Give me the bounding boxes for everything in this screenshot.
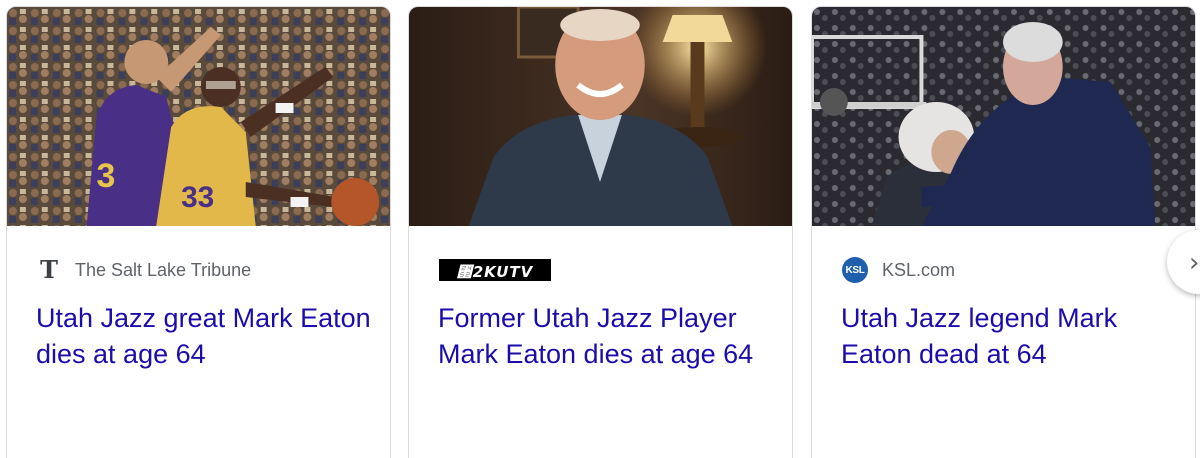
svg-text:33: 33: [181, 181, 214, 214]
basketball-photo: 3 33: [7, 7, 390, 226]
headline-link[interactable]: Utah Jazz great Mark Eaton dies at age 6…: [36, 300, 376, 372]
chevron-right-icon: ›: [1189, 248, 1200, 278]
headline-link[interactable]: Utah Jazz legend Mark Eaton dead at 64: [841, 300, 1181, 372]
source-name: KSL.com: [882, 259, 956, 280]
headline-link[interactable]: Former Utah Jazz Player Mark Eaton dies …: [438, 300, 778, 372]
news-card-kutv[interactable]: ⑒2KUTV Former Utah Jazz Player Mark Eato…: [408, 6, 793, 458]
news-thumbnail-portrait[interactable]: [409, 7, 792, 226]
news-card-salt-lake-tribune[interactable]: 3 33 T The Salt Lake Tribune Utah Jazz g…: [6, 6, 391, 458]
news-source: KSL KSL.com: [842, 257, 956, 283]
ksl-logo-icon: KSL: [842, 257, 868, 283]
news-card-ksl[interactable]: KSL KSL.com Utah Jazz legend Mark Eaton …: [811, 6, 1196, 458]
news-thumbnail-arena-embrace[interactable]: [812, 7, 1195, 226]
arena-photo: [812, 7, 1195, 226]
news-thumbnail-basketball-game[interactable]: 3 33: [7, 7, 390, 226]
news-source: ⑒2KUTV: [439, 258, 551, 282]
svg-text:3: 3: [97, 157, 116, 195]
salt-lake-tribune-logo-icon: T: [40, 255, 58, 284]
news-carousel: 3 33 T The Salt Lake Tribune Utah Jazz g…: [0, 0, 1200, 458]
kutv-logo-icon: ⑒2KUTV: [439, 259, 551, 281]
news-source: T The Salt Lake Tribune: [37, 258, 251, 282]
portrait-photo: [409, 7, 792, 226]
source-name: The Salt Lake Tribune: [75, 259, 252, 280]
